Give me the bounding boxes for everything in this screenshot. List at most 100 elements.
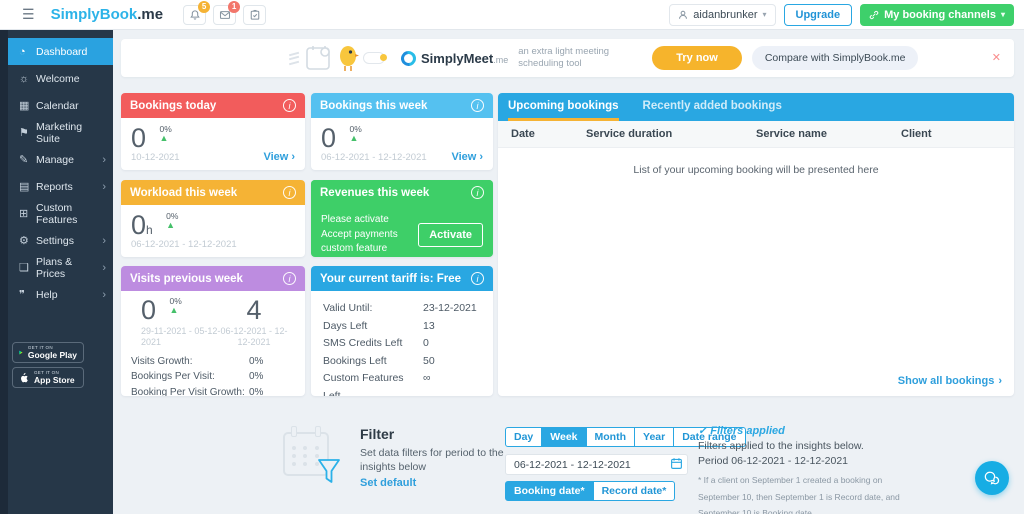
simplymeet-brand: SimplyMeet.me — [421, 50, 509, 66]
menu-icon[interactable]: ☰ — [22, 6, 35, 23]
sidebar-item-label: Custom Features — [36, 201, 78, 226]
booking-channels-button[interactable]: My booking channels ▾ — [860, 3, 1014, 26]
sidebar-item-label: Settings — [36, 234, 74, 247]
period-month-button[interactable]: Month — [586, 427, 636, 447]
period-day-button[interactable]: Day — [505, 427, 543, 447]
calendar-picker-icon[interactable] — [670, 457, 683, 470]
sidebar-item-help[interactable]: ❞ Help › — [8, 281, 113, 308]
info-icon[interactable]: i — [471, 99, 484, 112]
sidebar-item-label: Marketing Suite — [36, 120, 83, 145]
sidebar-item-calendar[interactable]: ▦ Calendar — [8, 92, 113, 119]
notifications-badge: 5 — [198, 0, 211, 13]
app-logo[interactable]: SimplyBook.me — [51, 6, 164, 23]
card-title: Bookings today — [130, 99, 217, 112]
chevron-right-icon: › — [102, 180, 106, 193]
calendar-illustration-icon — [306, 46, 330, 70]
info-icon[interactable]: i — [283, 99, 296, 112]
sidebar-item-settings[interactable]: ⚙ Settings › — [8, 227, 113, 254]
badge-store-name: Google Play — [27, 350, 77, 360]
sidebar-item-label: Welcome — [36, 72, 80, 85]
topbar-icon-group: 5 1 — [183, 0, 267, 25]
tariff-row: Valid Until: 23-12-2021 — [323, 302, 477, 314]
filters-applied-title: ✓ Filters applied — [698, 425, 785, 437]
card-header: Bookings today i — [121, 93, 305, 118]
caret-down-icon: ▾ — [762, 10, 767, 19]
notifications-button[interactable]: 5 — [183, 0, 211, 25]
stat-row: Booking Per Visit Growth: 0% — [131, 386, 264, 397]
compare-button[interactable]: Compare with SimplyBook.me — [751, 46, 919, 70]
date-range-input[interactable] — [505, 454, 688, 475]
messages-button[interactable]: 1 — [213, 0, 241, 25]
check-icon: ✓ — [698, 425, 708, 437]
simplymeet-logo-icon — [398, 47, 419, 69]
bookings-table-header: Date Service duration Service name Clien… — [498, 121, 1014, 148]
visits-previous-value: 0 — [141, 295, 157, 325]
activate-button[interactable]: Activate — [418, 222, 483, 247]
upgrade-button[interactable]: Upgrade — [783, 3, 853, 26]
user-menu[interactable]: aidanbrunker ▾ — [669, 3, 776, 26]
main-content: SimplyMeet.me an extra light meeting sch… — [113, 30, 1024, 514]
set-default-link[interactable]: Set default — [360, 477, 416, 489]
chevron-right-icon: › — [102, 234, 106, 247]
close-icon[interactable]: ✕ — [992, 51, 1001, 64]
sidebar-item-reports[interactable]: ▤ Reports › — [8, 173, 113, 200]
info-icon[interactable]: i — [471, 272, 484, 285]
period-week-button[interactable]: Week — [542, 427, 587, 447]
period-year-button[interactable]: Year — [635, 427, 675, 447]
bookings-week-value: 0 — [321, 123, 337, 153]
filter-description: Set data filters for period to the insig… — [360, 447, 504, 474]
sidebar-item-label: Dashboard — [36, 45, 88, 58]
up-arrow-icon: ▲ — [159, 133, 169, 144]
chart-icon: ▤ — [19, 181, 30, 193]
record-date-button[interactable]: Record date* — [593, 481, 676, 501]
user-name: aidanbrunker — [693, 8, 758, 21]
chevron-right-icon: › — [998, 375, 1002, 387]
visits-current-column: 4 06-12-2021 - 12-12-2021 — [213, 297, 295, 349]
visits-current-period: 06-12-2021 - 12-12-2021 — [220, 326, 288, 348]
megaphone-icon: ⚑ — [19, 127, 29, 139]
speed-lines-decoration — [288, 51, 300, 65]
sidebar-item-plans-prices[interactable]: ❑ Plans & Prices › — [8, 254, 113, 281]
tab-upcoming-bookings[interactable]: Upcoming bookings — [508, 93, 619, 121]
dashboard-icon: ◔ — [19, 45, 26, 58]
bookings-today-value: 0 — [131, 123, 147, 153]
top-bar: ☰ SimplyBook.me 5 1 aidanbrunker ▾ Upgra… — [0, 0, 1024, 30]
sidebar-item-label: Calendar — [36, 99, 79, 112]
info-icon[interactable]: i — [471, 186, 484, 199]
try-now-button[interactable]: Try now — [652, 46, 742, 70]
chevron-right-icon: › — [102, 288, 106, 301]
welcome-icon: ☼ — [19, 72, 30, 85]
tab-recently-added-bookings[interactable]: Recently added bookings — [643, 93, 782, 121]
caret-down-icon: ▾ — [1000, 10, 1005, 19]
gear-icon: ⚙ — [19, 235, 29, 247]
column-service-duration: Service duration — [586, 128, 673, 140]
info-icon[interactable]: i — [283, 186, 296, 199]
person-icon — [679, 10, 688, 19]
card-body: 0 0% ▲ 29-11-2021 - 05-12-2021 4 06-12-20… — [121, 291, 305, 396]
tariff-row: Custom Features Left ∞ — [323, 372, 431, 396]
link-icon — [869, 10, 879, 19]
tasks-button[interactable] — [243, 4, 267, 25]
sidebar-item-label: Help — [36, 288, 58, 301]
tariff-card: Your current tariff is: Free i Valid Unt… — [311, 266, 493, 396]
card-period: 06-12-2021 - 12-12-2021 — [321, 152, 427, 163]
card-header: Bookings this week i — [311, 93, 493, 118]
sidebar-item-dashboard[interactable]: ◔ Dashboard — [8, 38, 113, 65]
mascot-bird-icon — [340, 46, 359, 71]
booking-date-button[interactable]: Booking date* — [505, 481, 594, 501]
sidebar-item-custom-features[interactable]: ⊞ Custom Features — [8, 200, 113, 227]
sidebar-item-manage[interactable]: ✎ Manage › — [8, 146, 113, 173]
live-chat-button[interactable] — [975, 461, 1009, 495]
column-service-name: Service name — [756, 128, 827, 140]
card-title: Visits previous week — [130, 272, 243, 285]
info-icon[interactable]: i — [283, 272, 296, 285]
app-store-badge[interactable]: GET IT ON App Store — [12, 367, 84, 388]
view-link[interactable]: View › — [451, 151, 483, 163]
growth-indicator: 0% ▲ — [159, 124, 172, 144]
show-all-bookings-link[interactable]: Show all bookings › — [898, 375, 1002, 387]
view-link[interactable]: View › — [263, 151, 295, 163]
card-body: 0h 0% ▲ 06-12-2021 - 12-12-2021 — [121, 205, 305, 257]
google-play-badge[interactable]: GET IT ON Google Play — [12, 342, 84, 363]
sidebar-item-welcome[interactable]: ☼ Welcome — [8, 65, 113, 92]
sidebar-item-marketing-suite[interactable]: ⚑ Marketing Suite — [8, 119, 113, 146]
